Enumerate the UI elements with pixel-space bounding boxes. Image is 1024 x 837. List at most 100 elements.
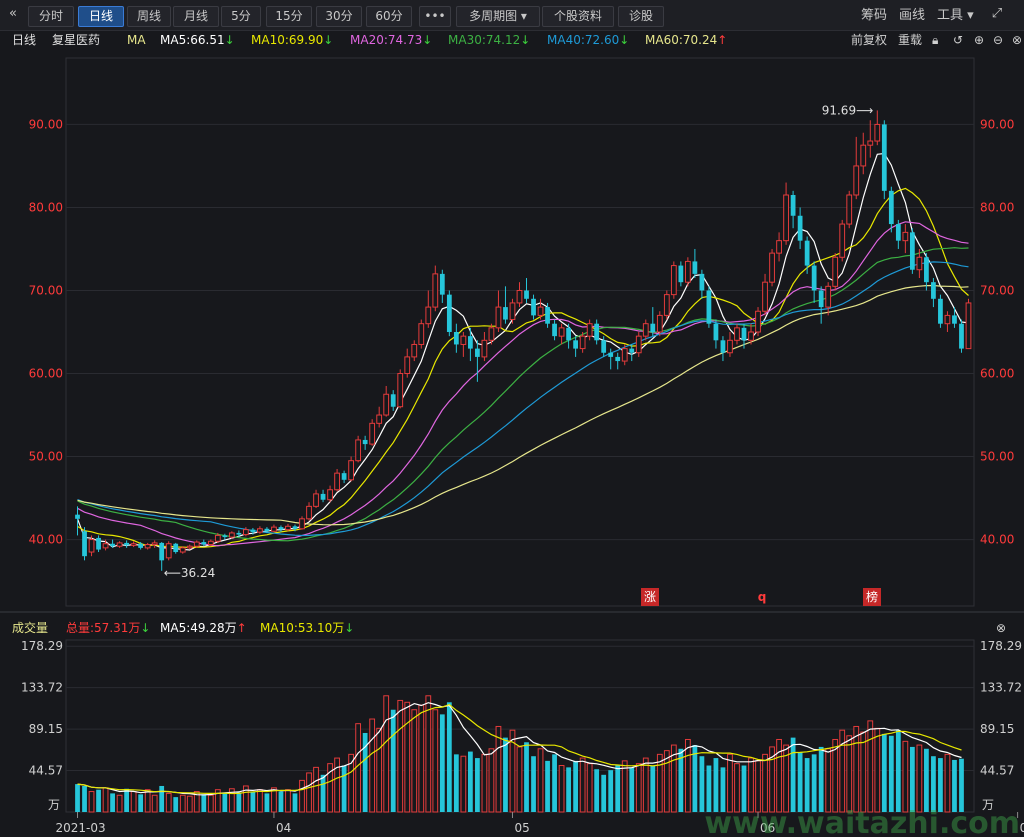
candle (116, 541, 123, 548)
volume-tick-left: 89.15 (29, 722, 63, 736)
candle (509, 298, 516, 324)
candle-body-down (608, 352, 614, 357)
volume-bar-up (242, 785, 249, 813)
candle (579, 332, 586, 353)
candle (516, 282, 523, 308)
candle-body-down (741, 327, 747, 341)
volume-bar-down (601, 774, 607, 812)
price-adjust-toggle[interactable]: 前复权 (851, 30, 887, 50)
candle-body-up (460, 335, 467, 345)
fullscreen-icon[interactable]: ⤢ (989, 6, 1005, 22)
candle-body-up (348, 460, 355, 481)
candle (769, 248, 775, 287)
candle-body-up (727, 339, 733, 354)
candle (320, 489, 326, 503)
candle (495, 290, 502, 332)
candle-body-down (699, 273, 705, 291)
double-chevron-left-icon[interactable]: « (5, 6, 21, 22)
event-marker: q (758, 590, 767, 604)
volume-bar-up (734, 763, 740, 813)
price-frame (65, 57, 975, 607)
volume-bar-up (193, 791, 200, 813)
lock-icon[interactable]: 🔒︎ (932, 30, 938, 50)
undo-icon[interactable]: ↺ (953, 30, 963, 50)
candle (586, 319, 593, 341)
volume-bar-down (222, 793, 228, 812)
volume-frame (65, 639, 975, 813)
candle-body-up (755, 310, 761, 333)
candle (214, 532, 221, 543)
candle-body-down (439, 273, 445, 295)
event-marker: 涨 (641, 588, 659, 606)
toolbar-button-1[interactable]: 日线 (78, 6, 124, 27)
volume-bar-up (151, 794, 158, 813)
volume-bar-up (874, 727, 881, 813)
candle (916, 248, 923, 279)
date-label: 05 (514, 821, 529, 835)
volume-bar-up (755, 760, 761, 813)
watermark: www.waitazhi.com (704, 806, 1020, 837)
ma-line-ma40 (77, 261, 969, 537)
candle (959, 319, 964, 353)
candle-body-up (635, 335, 642, 354)
event-marker-text: q (758, 590, 767, 604)
candle-body-down (924, 257, 929, 283)
toolbar-button-8[interactable]: ••• (419, 6, 451, 27)
candle-body-up (874, 123, 881, 142)
candle (656, 311, 663, 337)
price-tick-left: 70.00 (29, 283, 63, 297)
candle (285, 523, 291, 532)
volume-bar-down (608, 770, 614, 812)
zoom-out-icon[interactable]: ⊖ (993, 30, 1003, 50)
candle (159, 542, 165, 571)
price-tick-right: 40.00 (980, 533, 1014, 547)
candle-body-up (334, 472, 340, 491)
toolbar-button-4[interactable]: 5分 (221, 6, 261, 27)
drawing-button[interactable]: 画线 (899, 6, 925, 25)
candle (475, 340, 480, 382)
volume-bar-up (306, 772, 312, 813)
candle (271, 524, 277, 533)
toolbar-button-7[interactable]: 60分 (366, 6, 412, 27)
toolbar-button-10[interactable]: 个股资料 (542, 6, 614, 27)
high-price-label: 91.69⟶ (822, 103, 874, 117)
event-marker-text: 涨 (644, 589, 656, 604)
candle-body-down (888, 190, 894, 225)
candle-body-down (96, 537, 101, 550)
volume-bar-up (867, 720, 874, 813)
volume-close-icon[interactable]: ⊗ (996, 618, 1006, 638)
candle-body-down (524, 290, 529, 299)
volume-tick-right: 89.15 (980, 722, 1014, 736)
candle-body-up (404, 356, 411, 375)
toolbar-button-5[interactable]: 15分 (266, 6, 312, 27)
toolbar-button-6[interactable]: 30分 (316, 6, 362, 27)
volume-bar-up (727, 753, 733, 813)
candle (432, 265, 439, 312)
zoom-in-icon[interactable]: ⊕ (974, 30, 984, 50)
ma20-value: MA20:74.73↓ (350, 33, 433, 47)
candle (670, 261, 677, 299)
volume-bar-up (271, 787, 277, 813)
candle (938, 294, 943, 328)
volume-bar-down (692, 745, 698, 812)
toolbar-button-11[interactable]: 诊股 (618, 6, 664, 27)
volume-bar-down (573, 760, 579, 812)
volume-bar-up (776, 738, 782, 813)
toolbar-button-3[interactable]: 月线 (173, 6, 219, 27)
candle-body-up (327, 489, 333, 501)
close-icon[interactable]: ⊗ (1012, 30, 1022, 50)
event-marker-box (641, 588, 659, 606)
toolbar-button-0[interactable]: 分时 (28, 6, 74, 27)
tools-menu-button[interactable]: 工具 ▾ (937, 6, 974, 25)
candle-body-up (944, 314, 951, 325)
toolbar-button-2[interactable]: 周线 (127, 6, 171, 27)
reload-button[interactable]: 重载 (898, 30, 922, 50)
chip-distribution-button[interactable]: 筹码 (861, 6, 887, 25)
candle-body-up (516, 289, 523, 304)
toolbar-button-9[interactable]: 多周期图 ▾ (456, 6, 540, 27)
candle-body-up (832, 256, 839, 287)
candle (390, 390, 396, 411)
kline-chart[interactable]: 90.00 90.00 80.00 80.00 70.00 70.00 60.00 60.00… (0, 0, 1024, 837)
candle (313, 489, 319, 509)
candle (88, 535, 95, 557)
